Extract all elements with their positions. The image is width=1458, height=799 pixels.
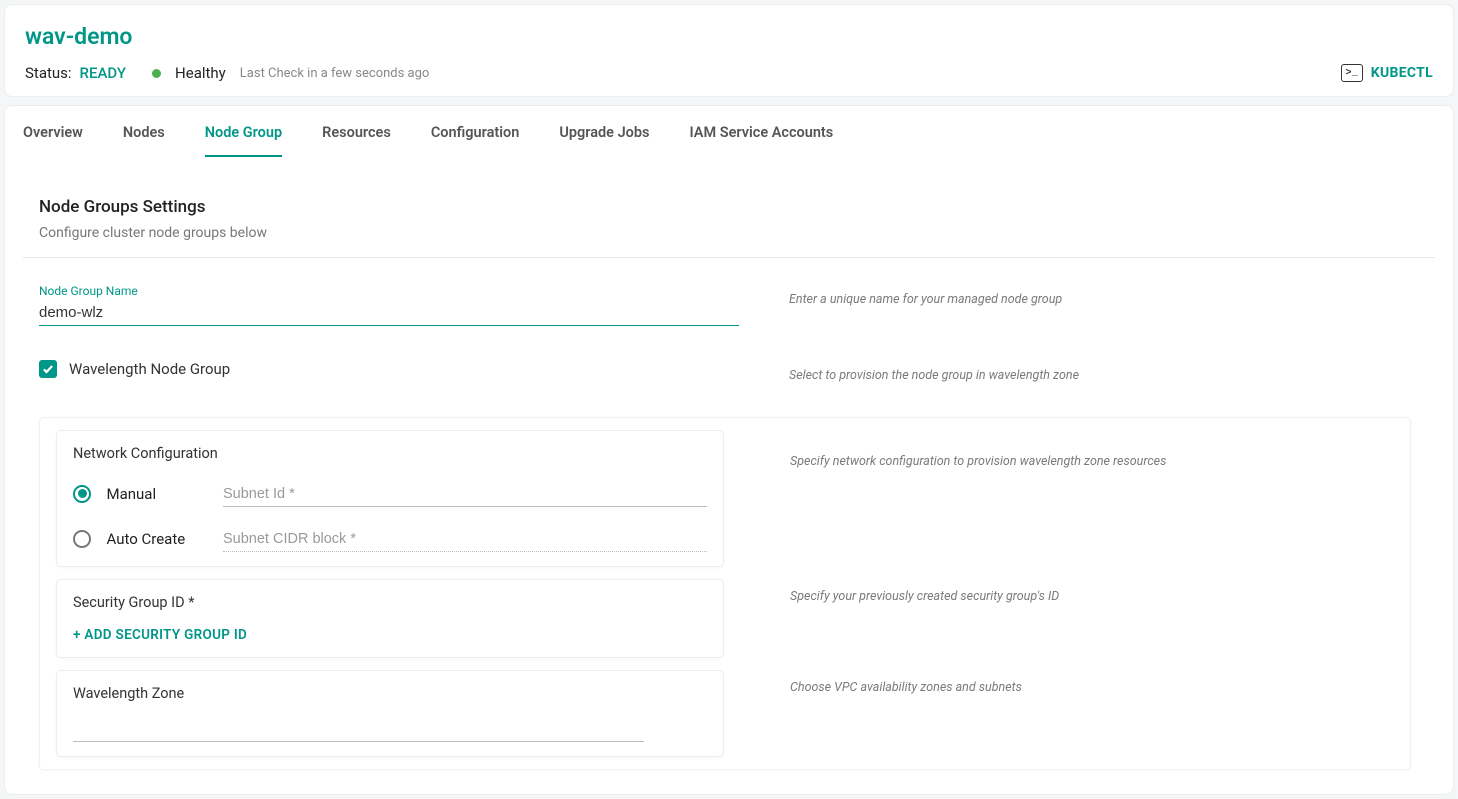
wavelength-config-panel: Network Configuration Manual Auto Create — [39, 417, 1411, 770]
kubectl-button[interactable]: >_ KUBECTL — [1341, 64, 1433, 82]
settings-title: Node Groups Settings — [23, 197, 1435, 217]
security-group-title: Security Group ID * — [73, 594, 707, 611]
radio-auto-create[interactable] — [73, 530, 91, 548]
status-row: Status: READY Healthy Last Check in a fe… — [25, 64, 429, 82]
subnet-cidr-input — [223, 525, 707, 552]
wavelength-zone-help: Choose VPC availability zones and subnet… — [790, 670, 1410, 695]
cluster-header: wav-demo Status: READY Healthy Last Chec… — [4, 4, 1454, 97]
check-icon — [42, 363, 54, 375]
radio-manual[interactable] — [73, 485, 91, 503]
network-config-card: Network Configuration Manual Auto Create — [56, 430, 724, 567]
wavelength-checkbox[interactable] — [39, 360, 57, 378]
status-label: Status: — [25, 64, 72, 82]
wavelength-zone-card: Wavelength Zone — [56, 670, 724, 757]
tab-node-group[interactable]: Node Group — [205, 124, 282, 157]
wavelength-checkbox-label: Wavelength Node Group — [69, 360, 230, 378]
tab-overview[interactable]: Overview — [23, 124, 83, 156]
tab-iam-service-accounts[interactable]: IAM Service Accounts — [689, 124, 833, 156]
tab-nodes[interactable]: Nodes — [123, 124, 165, 156]
divider — [23, 257, 1435, 258]
node-group-name-label: Node Group Name — [39, 284, 739, 298]
tab-configuration[interactable]: Configuration — [431, 124, 520, 156]
node-group-name-input[interactable] — [39, 300, 739, 326]
radio-manual-label: Manual — [106, 485, 156, 503]
node-group-name-help: Enter a unique name for your managed nod… — [789, 284, 1435, 307]
wavelength-help: Select to provision the node group in wa… — [789, 360, 1435, 383]
network-config-title: Network Configuration — [73, 445, 707, 462]
tabs-bar: Overview Nodes Node Group Resources Conf… — [23, 106, 1435, 157]
tab-resources[interactable]: Resources — [322, 124, 391, 156]
add-security-group-button[interactable]: + ADD SECURITY GROUP ID — [73, 627, 247, 643]
tab-upgrade-jobs[interactable]: Upgrade Jobs — [559, 124, 649, 156]
status-value: READY — [80, 64, 127, 82]
wavelength-zone-input[interactable] — [73, 724, 644, 742]
terminal-icon: >_ — [1341, 64, 1363, 82]
wavelength-zone-title: Wavelength Zone — [73, 685, 707, 702]
settings-subtitle: Configure cluster node groups below — [23, 225, 1435, 241]
health-text: Healthy — [175, 64, 226, 82]
health-dot-icon — [152, 69, 161, 78]
add-security-group-label: + ADD SECURITY GROUP ID — [73, 627, 247, 643]
radio-auto-create-label: Auto Create — [106, 530, 185, 548]
cluster-title: wav-demo — [25, 23, 1433, 50]
security-group-card: Security Group ID * + ADD SECURITY GROUP… — [56, 579, 724, 658]
security-group-help: Specify your previously created security… — [790, 579, 1410, 604]
kubectl-label: KUBECTL — [1371, 65, 1433, 81]
main-panel: Overview Nodes Node Group Resources Conf… — [4, 105, 1454, 795]
subnet-id-input[interactable] — [223, 480, 707, 507]
network-config-help: Specify network configuration to provisi… — [790, 430, 1410, 469]
last-check: Last Check in a few seconds ago — [240, 66, 430, 81]
